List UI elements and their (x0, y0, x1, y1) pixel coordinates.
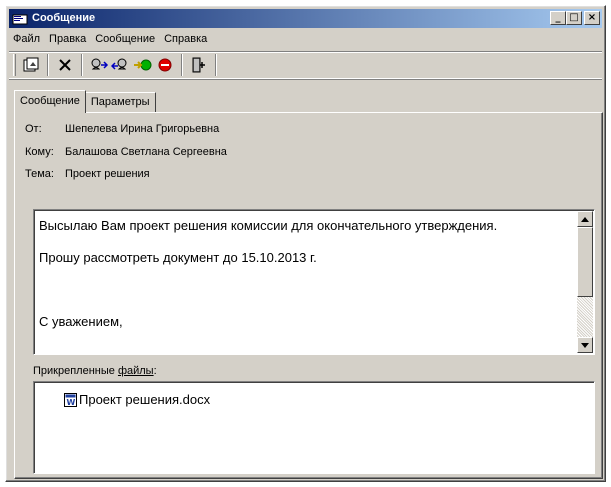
body-line: Высылаю Вам проект решения комиссии для … (39, 218, 498, 233)
maximize-button[interactable]: □ (566, 11, 582, 25)
toolbar-separator (181, 54, 183, 76)
exit-icon[interactable] (188, 54, 210, 76)
menu-bar: Файл Правка Сообщение Справка (9, 30, 212, 48)
attachments-label-prefix: Прикрепленные (33, 365, 118, 377)
subject-value: Проект решения (65, 168, 150, 180)
attachments-list[interactable]: W Проект решения.docx (33, 381, 595, 474)
scroll-thumb[interactable] (577, 227, 593, 297)
window-title: Сообщение (32, 12, 96, 24)
subject-row: Тема: Проект решения (25, 168, 150, 180)
toolbar-separator (215, 54, 217, 76)
body-scrollbar[interactable] (577, 211, 593, 353)
attachment-filename: Проект решения.docx (79, 392, 211, 407)
scroll-up-button[interactable] (577, 211, 593, 227)
to-label: Кому: (25, 146, 54, 158)
delete-icon[interactable] (54, 54, 76, 76)
menu-message[interactable]: Сообщение (91, 30, 160, 48)
stop-icon[interactable] (154, 54, 176, 76)
attachment-item[interactable]: W Проект решения.docx (64, 392, 210, 407)
message-body[interactable]: Высылаю Вам проект решения комиссии для … (33, 209, 595, 355)
body-line (39, 282, 574, 298)
attachments-label-accel: файлы (117, 365, 154, 377)
from-row: От: Шепелева Ирина Григорьевна (25, 123, 219, 135)
tab-parameters[interactable]: Параметры (84, 92, 156, 112)
body-line: С уважением, (39, 314, 123, 329)
toolbar-grip[interactable] (13, 54, 16, 76)
arrow-down-icon (581, 342, 589, 348)
arrow-up-icon (581, 216, 589, 222)
reply-icon[interactable] (88, 54, 110, 76)
menu-help[interactable]: Справка (160, 30, 212, 48)
toolbar (9, 51, 602, 79)
message-panel: От: Шепелева Ирина Григорьевна Кому: Бал… (14, 112, 603, 479)
toolbar-separator (81, 54, 83, 76)
subject-label: Тема: (25, 168, 54, 180)
body-line (39, 266, 574, 282)
to-value: Балашова Светлана Сергеевна (65, 146, 227, 158)
word-document-icon: W (64, 392, 77, 407)
body-line: Прошу рассмотреть документ до 15.10.2013… (39, 250, 317, 265)
to-row: Кому: Балашова Светлана Сергеевна (25, 146, 227, 158)
envelope-app-icon (12, 12, 28, 26)
attachments-label: Прикрепленные файлы: (33, 365, 157, 377)
title-bar[interactable]: Сообщение _ □ × (9, 9, 602, 28)
message-window: Сообщение _ □ × Файл Правка Сообщение Сп… (5, 5, 606, 482)
tab-message[interactable]: Сообщение (14, 90, 86, 113)
send-receive-icon[interactable] (20, 54, 42, 76)
message-body-text[interactable]: Высылаю Вам проект решения комиссии для … (39, 218, 574, 330)
scroll-down-button[interactable] (577, 337, 593, 353)
from-label: От: (25, 123, 42, 135)
body-line (39, 234, 574, 250)
from-value: Шепелева Ирина Григорьевна (65, 123, 220, 135)
menu-edit[interactable]: Правка (45, 30, 91, 48)
minimize-button[interactable]: _ (550, 11, 566, 25)
toolbar-separator (47, 54, 49, 76)
attachments-label-suffix: : (153, 365, 157, 377)
svg-text:W: W (67, 398, 76, 407)
reply-all-icon[interactable] (110, 54, 132, 76)
forward-icon[interactable] (132, 54, 154, 76)
body-line (39, 298, 574, 314)
menu-file[interactable]: Файл (9, 30, 45, 48)
tab-strip: Сообщение Параметры (14, 90, 156, 113)
close-button[interactable]: × (584, 11, 600, 25)
